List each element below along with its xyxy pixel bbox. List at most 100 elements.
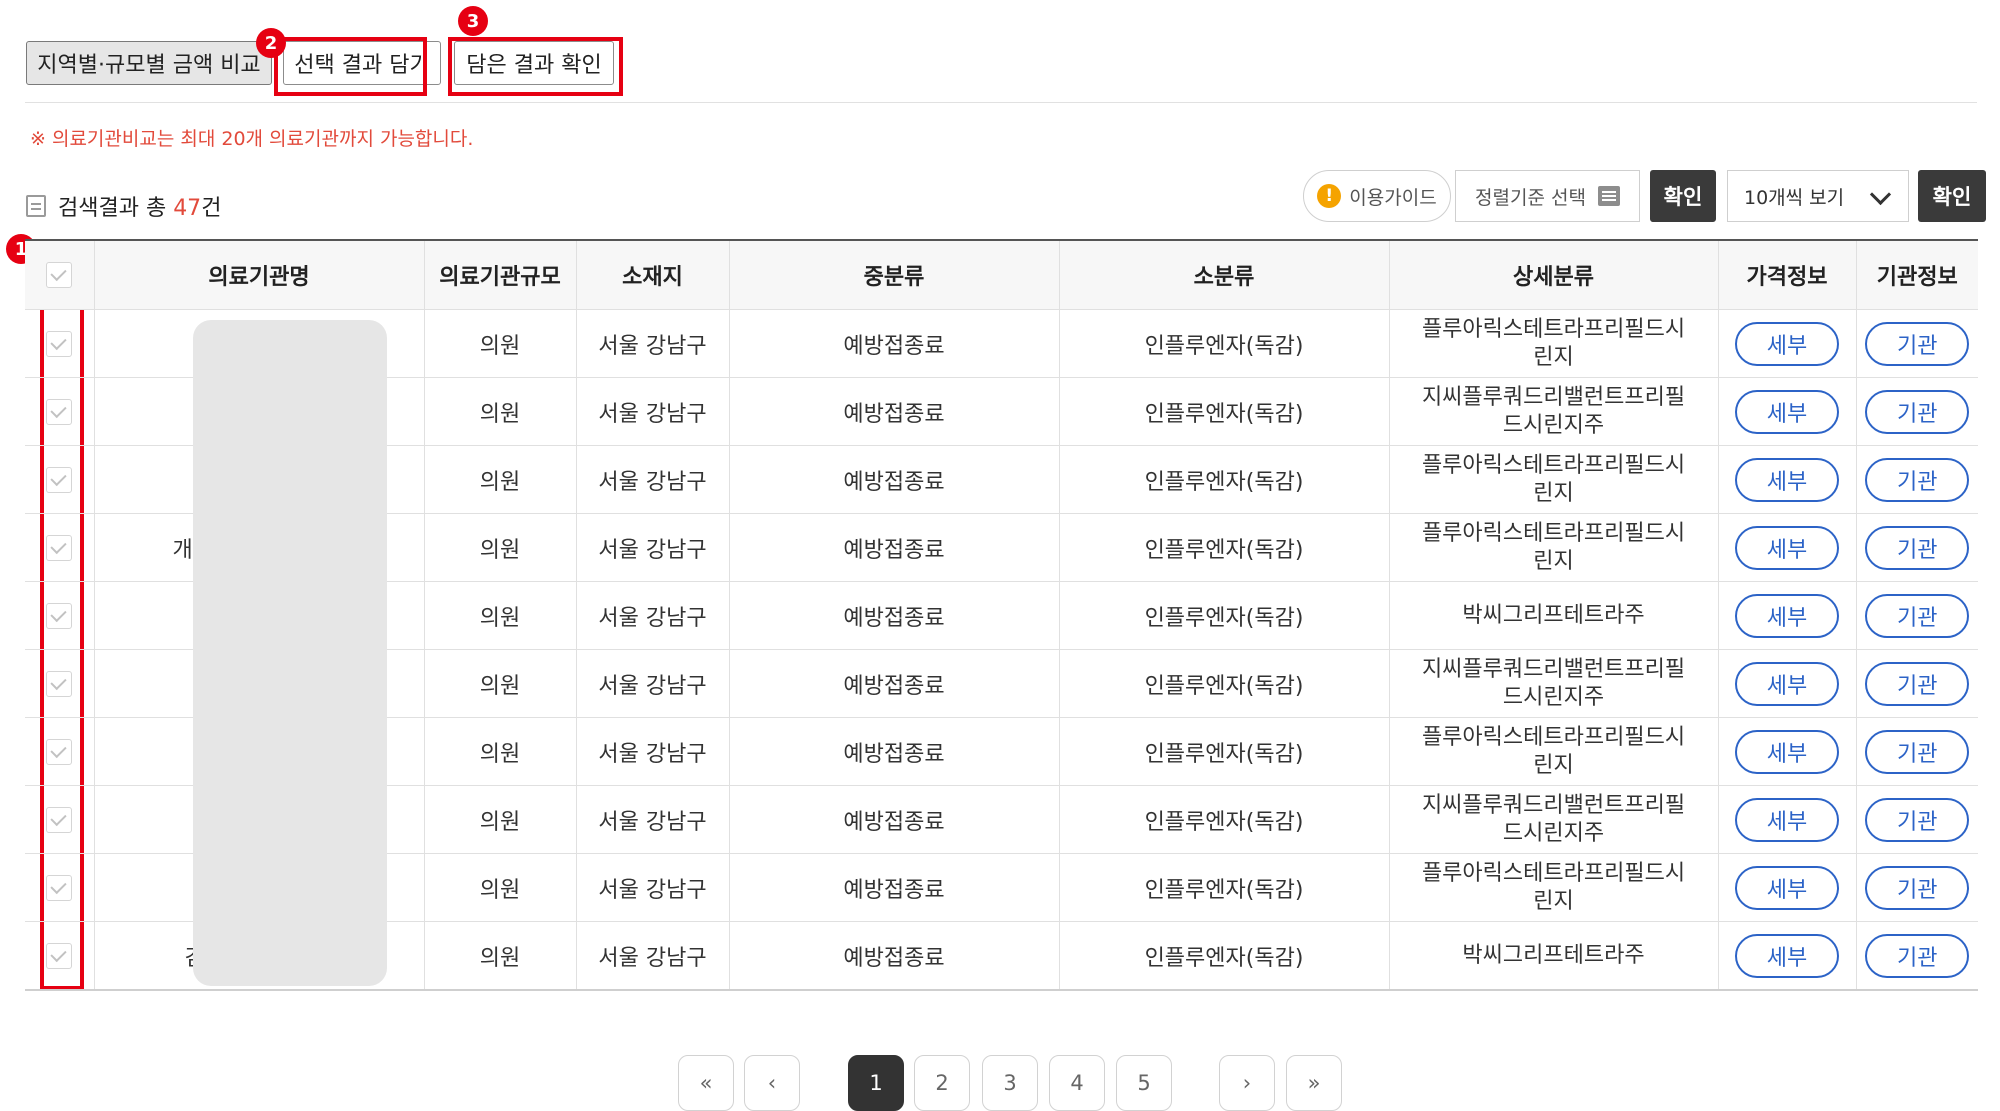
price-detail-button[interactable]: 세부 bbox=[1735, 797, 1839, 842]
last-page-button[interactable]: » bbox=[1286, 1055, 1342, 1111]
org-info-button[interactable]: 기관 bbox=[1865, 525, 1970, 570]
org-info-cell: 기관 bbox=[1855, 649, 1978, 718]
sub-category: 인플루엔자(독감) bbox=[1058, 377, 1390, 446]
usage-guide-button[interactable]: ! 이용가이드 bbox=[1303, 170, 1451, 222]
per-page-confirm-button[interactable]: 확인 bbox=[1918, 170, 1986, 222]
col-header-org: 기관정보 bbox=[1855, 239, 1978, 310]
institution-size: 의원 bbox=[423, 309, 577, 378]
institution-location: 서울 강남구 bbox=[575, 581, 730, 650]
org-info-button[interactable]: 기관 bbox=[1865, 593, 1970, 638]
institution-size: 의원 bbox=[423, 513, 577, 582]
institution-size: 의원 bbox=[423, 785, 577, 854]
detail-line-1: 박씨그리프테트라주 bbox=[1462, 942, 1645, 968]
per-page-select[interactable]: 10개씩 보기 bbox=[1727, 170, 1909, 222]
col-header-location: 소재지 bbox=[575, 239, 730, 310]
page-5-button[interactable]: 5 bbox=[1116, 1055, 1172, 1111]
price-info-cell: 세부 bbox=[1717, 649, 1857, 718]
institution-size: 의원 bbox=[423, 649, 577, 718]
org-info-button[interactable]: 기관 bbox=[1865, 729, 1970, 774]
sub-category: 인플루엔자(독감) bbox=[1058, 309, 1390, 378]
price-detail-button[interactable]: 세부 bbox=[1735, 933, 1839, 978]
price-info-cell: 세부 bbox=[1717, 377, 1857, 446]
row-checkbox[interactable] bbox=[46, 670, 73, 697]
sub-category: 인플루엔자(독감) bbox=[1058, 921, 1390, 991]
sort-select-button[interactable]: 정렬기준 선택 bbox=[1455, 170, 1640, 222]
row-checkbox[interactable] bbox=[46, 806, 73, 833]
row-checkbox[interactable] bbox=[46, 534, 73, 561]
col-header-size: 의료기관규모 bbox=[423, 239, 577, 310]
row-select-cell bbox=[25, 581, 95, 650]
price-detail-button[interactable]: 세부 bbox=[1735, 321, 1839, 366]
org-info-button[interactable]: 기관 bbox=[1865, 933, 1970, 978]
prev-page-button[interactable]: ‹ bbox=[744, 1055, 800, 1111]
page-1-button[interactable]: 1 bbox=[848, 1055, 904, 1111]
col-header-sub: 소분류 bbox=[1058, 239, 1390, 310]
org-info-button[interactable]: 기관 bbox=[1865, 661, 1970, 706]
per-page-value: 10개씩 보기 bbox=[1744, 186, 1845, 209]
price-detail-button[interactable]: 세부 bbox=[1735, 593, 1839, 638]
detail-category: 지씨플루쿼드리밸런트프리필 드시린지주 bbox=[1388, 649, 1719, 718]
org-info-cell: 기관 bbox=[1855, 513, 1978, 582]
select-all-checkbox[interactable] bbox=[46, 262, 73, 288]
detail-category: 지씨플루쿼드리밸런트프리필 드시린지주 bbox=[1388, 377, 1719, 446]
institution-location: 서울 강남구 bbox=[575, 377, 730, 446]
institution-location: 서울 강남구 bbox=[575, 921, 730, 991]
row-checkbox[interactable] bbox=[46, 874, 73, 901]
row-checkbox[interactable] bbox=[46, 330, 73, 357]
usage-guide-label: 이용가이드 bbox=[1349, 186, 1437, 209]
highlight-add-selected bbox=[274, 37, 427, 96]
row-checkbox[interactable] bbox=[46, 602, 73, 629]
row-checkbox[interactable] bbox=[46, 942, 73, 969]
sub-category: 인플루엔자(독감) bbox=[1058, 717, 1390, 786]
detail-category: 플루아릭스테트라프리필드시 린지 bbox=[1388, 445, 1719, 514]
row-select-cell bbox=[25, 853, 95, 922]
institution-location: 서울 강남구 bbox=[575, 309, 730, 378]
annotation-badge-2: 2 bbox=[256, 28, 286, 58]
chevron-down-icon bbox=[1869, 183, 1892, 206]
price-detail-button[interactable]: 세부 bbox=[1735, 661, 1839, 706]
price-detail-button[interactable]: 세부 bbox=[1735, 865, 1839, 910]
row-checkbox[interactable] bbox=[46, 466, 73, 493]
org-info-button[interactable]: 기관 bbox=[1865, 321, 1970, 366]
row-checkbox[interactable] bbox=[46, 738, 73, 765]
row-select-cell bbox=[25, 649, 95, 718]
org-info-button[interactable]: 기관 bbox=[1865, 865, 1970, 910]
org-info-cell: 기관 bbox=[1855, 717, 1978, 786]
detail-line-2: 린지 bbox=[1533, 344, 1574, 370]
price-info-cell: 세부 bbox=[1717, 445, 1857, 514]
sort-confirm-button[interactable]: 확인 bbox=[1650, 170, 1716, 222]
detail-line-2: 린지 bbox=[1533, 888, 1574, 914]
price-detail-button[interactable]: 세부 bbox=[1735, 729, 1839, 774]
org-info-button[interactable]: 기관 bbox=[1865, 457, 1970, 502]
price-detail-button[interactable]: 세부 bbox=[1735, 389, 1839, 434]
price-info-cell: 세부 bbox=[1717, 853, 1857, 922]
detail-category: 박씨그리프테트라주 bbox=[1388, 921, 1719, 991]
org-info-button[interactable]: 기관 bbox=[1865, 389, 1970, 434]
price-detail-button[interactable]: 세부 bbox=[1735, 525, 1839, 570]
detail-category: 플루아릭스테트라프리필드시 린지 bbox=[1388, 717, 1719, 786]
row-select-cell bbox=[25, 513, 95, 582]
org-info-cell: 기관 bbox=[1855, 377, 1978, 446]
sort-label: 정렬기준 선택 bbox=[1475, 186, 1586, 209]
mid-category: 예방접종료 bbox=[728, 377, 1060, 446]
org-info-cell: 기관 bbox=[1855, 581, 1978, 650]
summary-prefix: 검색결과 총 bbox=[58, 196, 174, 221]
price-info-cell: 세부 bbox=[1717, 785, 1857, 854]
org-info-cell: 기관 bbox=[1855, 785, 1978, 854]
row-checkbox[interactable] bbox=[46, 398, 73, 425]
org-info-cell: 기관 bbox=[1855, 921, 1978, 991]
sub-category: 인플루엔자(독감) bbox=[1058, 785, 1390, 854]
price-detail-button[interactable]: 세부 bbox=[1735, 457, 1839, 502]
page-2-button[interactable]: 2 bbox=[914, 1055, 970, 1111]
col-header-detail: 상세분류 bbox=[1388, 239, 1719, 310]
page-3-button[interactable]: 3 bbox=[982, 1055, 1038, 1111]
first-page-button[interactable]: « bbox=[678, 1055, 734, 1111]
institution-location: 서울 강남구 bbox=[575, 853, 730, 922]
next-page-button[interactable]: › bbox=[1219, 1055, 1275, 1111]
region-size-compare-button[interactable]: 지역별·규모별 금액 비교 bbox=[26, 41, 272, 85]
org-info-button[interactable]: 기관 bbox=[1865, 797, 1970, 842]
mid-category: 예방접종료 bbox=[728, 649, 1060, 718]
mid-category: 예방접종료 bbox=[728, 717, 1060, 786]
mid-category: 예방접종료 bbox=[728, 445, 1060, 514]
page-4-button[interactable]: 4 bbox=[1049, 1055, 1105, 1111]
